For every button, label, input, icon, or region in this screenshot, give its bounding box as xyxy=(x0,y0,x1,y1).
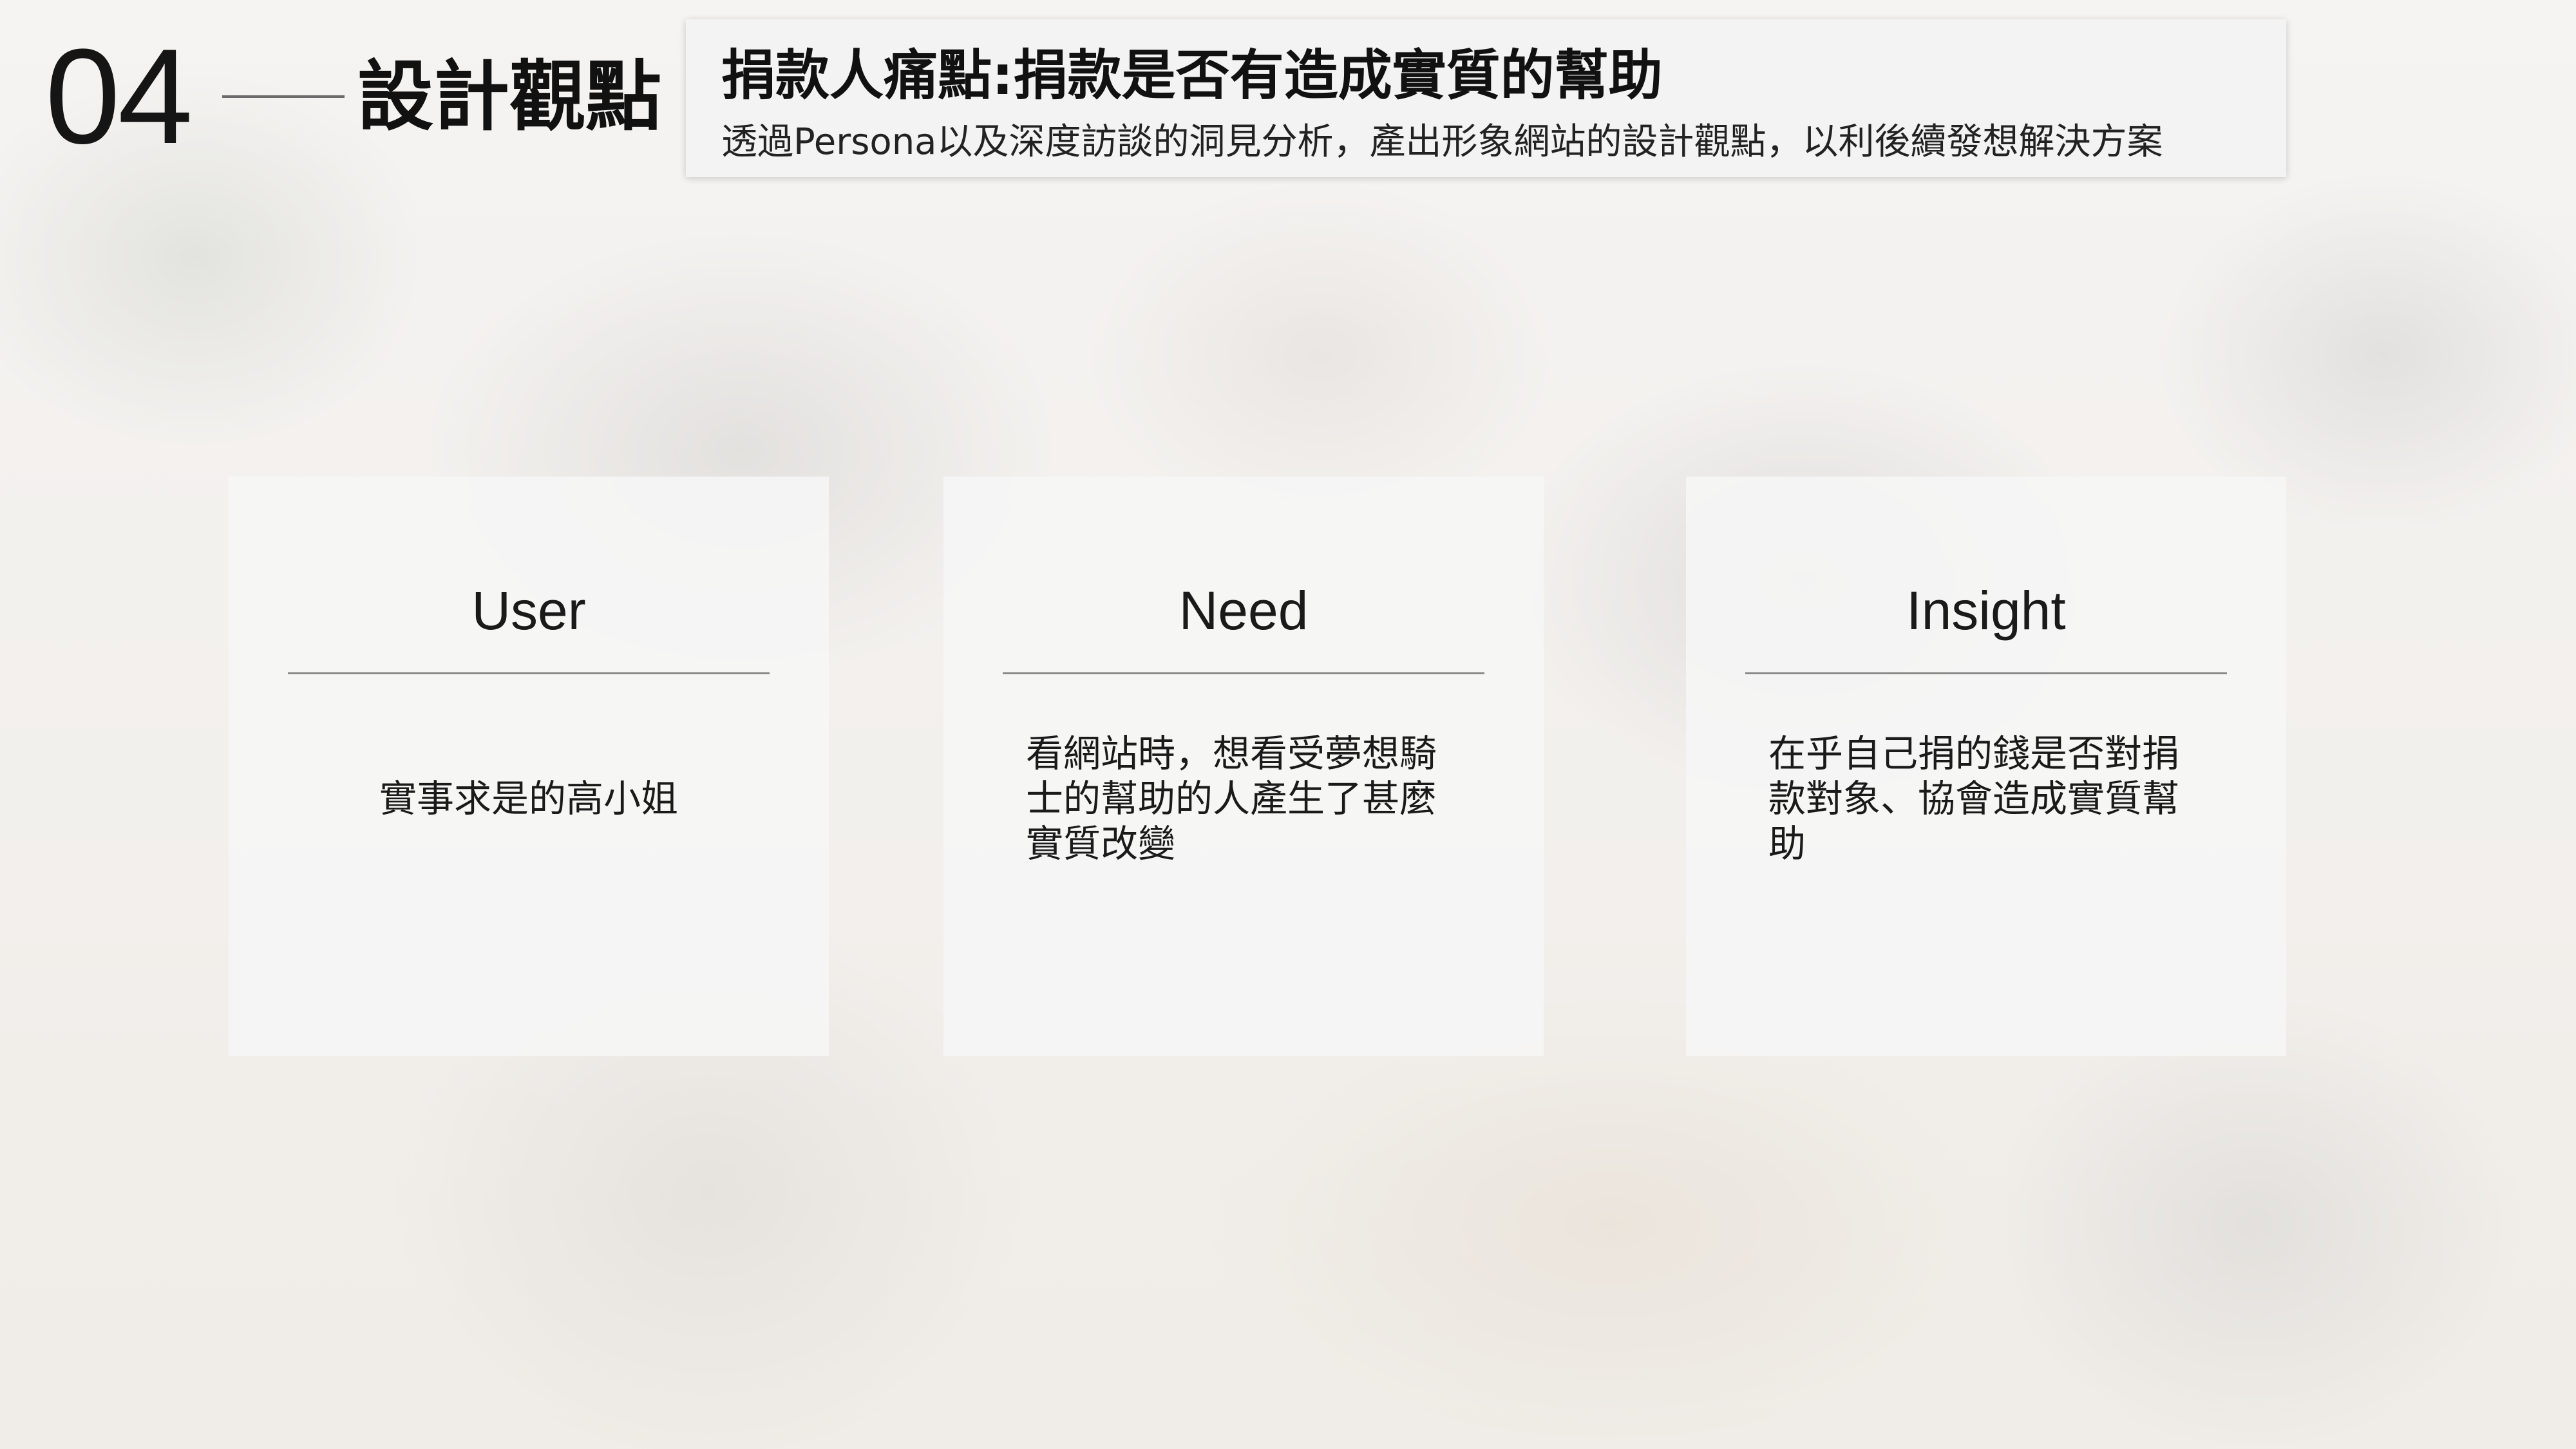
card-title: Need xyxy=(1179,580,1309,641)
card-title: Insight xyxy=(1906,580,2066,641)
title-divider xyxy=(222,95,345,98)
header-box: 捐款人痛點:捐款是否有造成實質的幫助 透過Persona以及深度訪談的洞見分析，… xyxy=(686,19,2286,177)
card-divider xyxy=(1745,672,2227,674)
card-title: User xyxy=(471,580,586,641)
header-subtitle: 透過Persona以及深度訪談的洞見分析，產出形象網站的設計觀點，以利後續發想解… xyxy=(721,121,2163,163)
header-headline: 捐款人痛點:捐款是否有造成實質的幫助 xyxy=(721,44,1663,107)
card-body: 在乎自己捐的錢是否對捐款對象、協會造成實質幫助 xyxy=(1768,732,2180,866)
card-divider xyxy=(288,672,770,674)
card-need: Need 看網站時，想看受夢想騎士的幫助的人產生了甚麼實質改變 xyxy=(943,477,1544,1056)
section-number: 04 xyxy=(45,21,193,172)
card-body: 看網站時，想看受夢想騎士的幫助的人產生了甚麼實質改變 xyxy=(1026,732,1437,866)
section-title: 設計觀點 xyxy=(357,52,662,141)
card-insight: Insight 在乎自己捐的錢是否對捐款對象、協會造成實質幫助 xyxy=(1686,477,2286,1056)
card-divider xyxy=(1003,672,1484,674)
card-body: 實事求是的高小姐 xyxy=(379,777,678,820)
card-user: User 實事求是的高小姐 xyxy=(229,477,829,1056)
